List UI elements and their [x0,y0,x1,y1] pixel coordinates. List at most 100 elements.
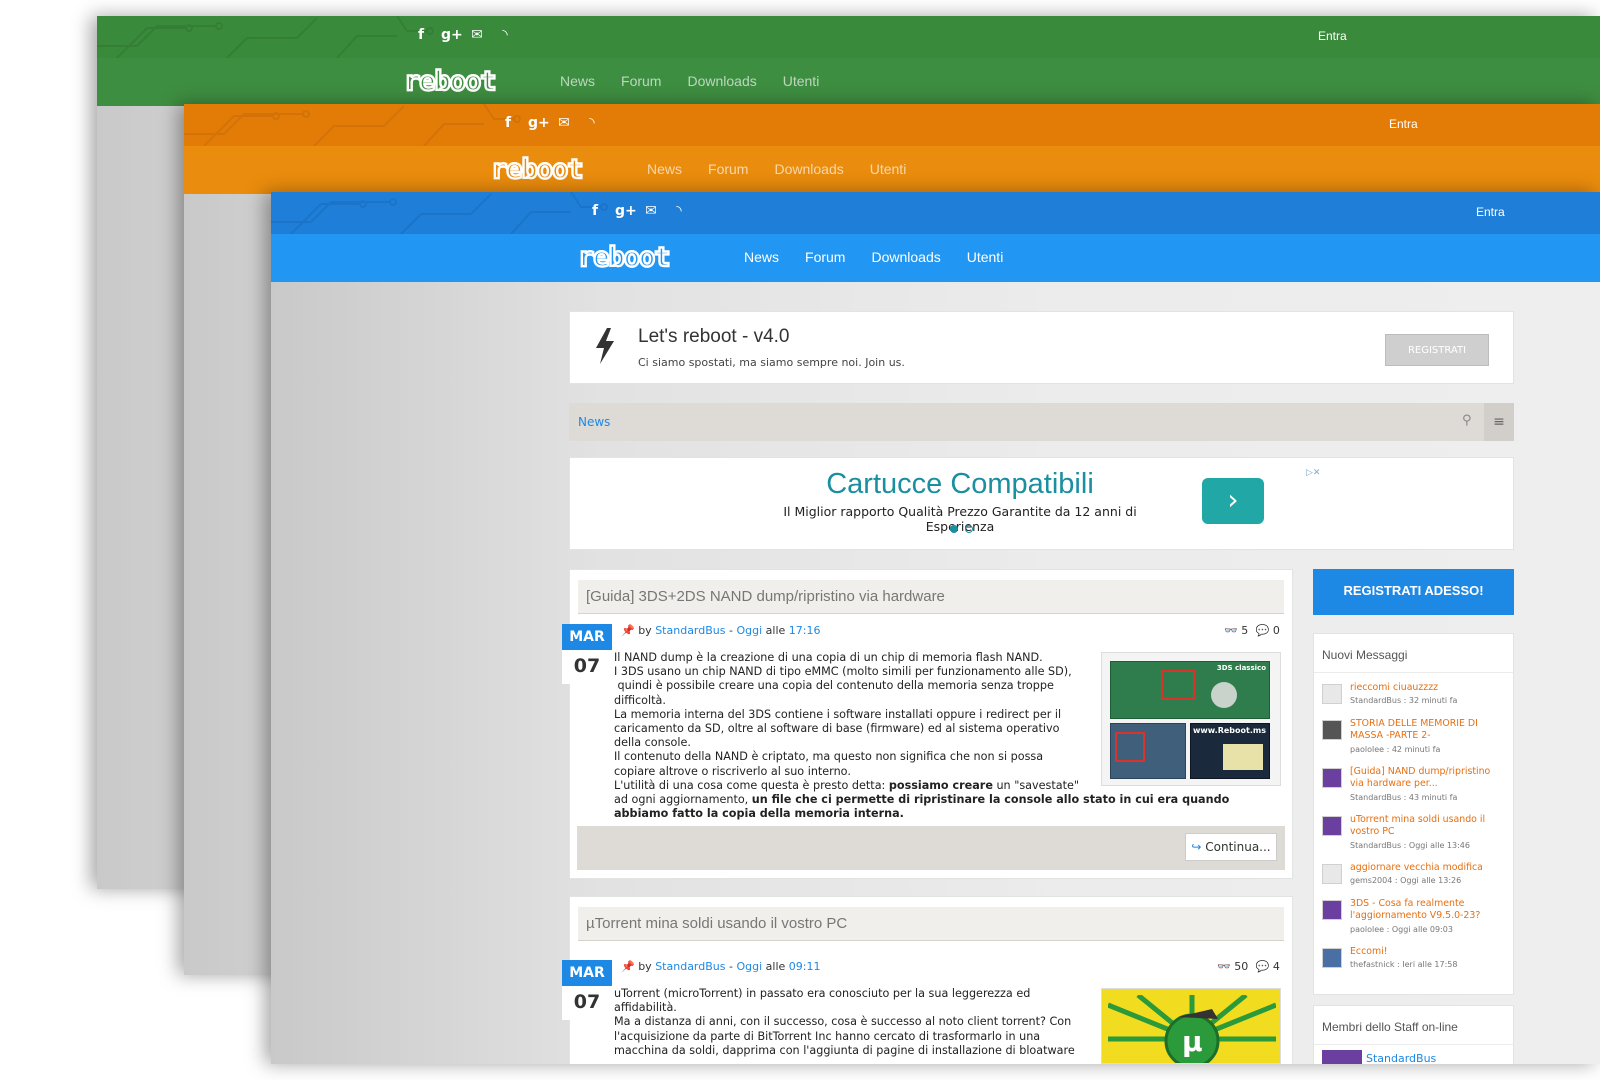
nav-bar: reboot News Forum Downloads Utenti [97,58,1600,106]
time-link[interactable]: 17:16 [789,624,821,637]
reboot-logo[interactable]: reboot [404,66,552,96]
google-plus-icon[interactable]: g+ [615,203,637,219]
facebook-icon[interactable]: f [413,27,429,43]
social-links: f g+ ✉ ◝ [413,27,513,43]
nav-news[interactable]: News [560,73,595,89]
google-plus-icon[interactable]: g+ [441,27,463,43]
views-count: 5 [1241,624,1249,637]
post-meta: 📌 by StandardBus - Oggi alle 09:11 [621,960,821,973]
svg-text:µ: µ [1182,1025,1203,1058]
reboot-logo[interactable]: reboot [578,242,726,272]
top-bar: f g+ ✉ ◝ Entra [271,192,1600,234]
date-day: 07 [562,986,612,1020]
register-now-button[interactable]: REGISTRATI ADESSO! [1313,569,1514,615]
message-title[interactable]: 3DS - Cosa fa realmente l'aggiornamento … [1350,898,1502,922]
message-item[interactable]: [Guida] NAND dump/ripristino via hardwar… [1322,766,1502,806]
views-count: 50 [1234,960,1249,973]
time-link[interactable]: 09:11 [789,960,821,973]
google-plus-icon[interactable]: g+ [528,115,550,131]
ad-choices-icon[interactable]: ▷✕ [1306,468,1320,478]
message-meta: paololee : 42 minuti fa [1350,745,1441,754]
author-link[interactable]: StandardBus [655,624,725,637]
lightning-icon [596,328,614,364]
nav-downloads[interactable]: Downloads [774,161,843,177]
message-title[interactable]: STORIA DELLE MEMORIE DI MASSA -PARTE 2- [1350,718,1502,742]
register-button[interactable]: REGISTRATI [1385,334,1489,366]
login-link[interactable]: Entra [1476,205,1505,219]
social-links: f g+ ✉ ◝ [500,115,600,131]
login-link[interactable]: Entra [1318,29,1347,43]
nav-utenti[interactable]: Utenti [967,249,1004,265]
date-month: MAR [562,624,612,650]
svg-text:reboot: reboot [578,242,670,272]
menu-icon[interactable]: ≡ [1484,403,1514,441]
message-meta: thefastnick : Ieri alle 17:58 [1350,960,1458,969]
welcome-card: Let's reboot - v4.0 Ci siamo spostati, m… [569,311,1514,384]
post-title[interactable]: [Guida] 3DS+2DS NAND dump/ripristino via… [578,580,1284,614]
facebook-icon[interactable]: f [500,115,516,131]
message-item[interactable]: uTorrent mina soldi usando il vostro PC … [1322,814,1502,854]
nav-utenti[interactable]: Utenti [783,73,820,89]
message-title[interactable]: Eccomi! [1350,946,1502,958]
mail-icon[interactable]: ✉ [643,203,659,219]
message-meta: StandardBus : Oggi alle 13:46 [1350,841,1470,850]
avatar [1322,684,1342,704]
message-title[interactable]: uTorrent mina soldi usando il vostro PC [1350,814,1502,838]
author-link[interactable]: StandardBus [655,960,725,973]
breadcrumb: News ⚲ ≡ [569,403,1514,441]
date-link[interactable]: Oggi [736,624,762,637]
staff-online-panel: Membri dello Staff on-line StandardBus [1313,1005,1514,1064]
message-meta: gems2004 : Oggi alle 13:26 [1350,876,1462,885]
nav-forum[interactable]: Forum [805,249,845,265]
ad-banner[interactable]: Cartucce Compatibili Il Miglior rapporto… [569,457,1514,550]
ad-title[interactable]: Cartucce Compatibili [750,468,1170,501]
message-item[interactable]: STORIA DELLE MEMORIE DI MASSA -PARTE 2- … [1322,718,1502,758]
svg-text:reboot: reboot [491,154,583,184]
nav-forum[interactable]: Forum [621,73,661,89]
latest-messages-title: Nuovi Messaggi [1322,648,1408,662]
rss-icon[interactable]: ◝ [497,27,513,43]
reboot-logo[interactable]: reboot [491,154,639,184]
avatar [1322,720,1342,740]
nav-news[interactable]: News [744,249,779,265]
post-title[interactable]: µTorrent mina soldi usando il vostro PC [578,907,1284,941]
ad-arrow-button[interactable]: › [1202,478,1264,524]
post-stats: 👓 5 💬 0 [1224,624,1280,637]
message-title[interactable]: rieccomi ciuauzzzz [1350,682,1502,694]
mail-icon[interactable]: ✉ [469,27,485,43]
continue-button[interactable]: ↪ Continua... [1185,833,1277,861]
facebook-icon[interactable]: f [587,203,603,219]
thumb-pcb-detail [1110,723,1186,779]
message-item[interactable]: aggiornare vecchia modifica gems2004 : O… [1322,862,1502,892]
nav-bar: reboot News Forum Downloads Utenti [271,234,1600,282]
rss-icon[interactable]: ◝ [671,203,687,219]
views-icon: 👓 [1224,624,1238,637]
ad-dot-active[interactable] [950,525,958,533]
login-link[interactable]: Entra [1389,117,1418,131]
nav-news[interactable]: News [647,161,682,177]
top-bar: f g+ ✉ ◝ Entra [184,104,1600,146]
staff-member-link[interactable]: StandardBus [1366,1052,1436,1064]
message-item[interactable]: rieccomi ciuauzzzz StandardBus : 32 minu… [1322,682,1502,712]
message-meta: paololee : Oggi alle 09:03 [1350,925,1453,934]
message-title[interactable]: aggiornare vecchia modifica [1350,862,1502,874]
nav-utenti[interactable]: Utenti [870,161,907,177]
comments-icon: 💬 [1255,624,1270,637]
nav-downloads[interactable]: Downloads [687,73,756,89]
location-pin-icon[interactable]: ⚲ [1462,413,1472,428]
rss-icon[interactable]: ◝ [584,115,600,131]
nav-forum[interactable]: Forum [708,161,748,177]
breadcrumb-news[interactable]: News [578,415,610,429]
message-item[interactable]: 3DS - Cosa fa realmente l'aggiornamento … [1322,898,1502,938]
date-link[interactable]: Oggi [736,960,762,973]
message-title[interactable]: [Guida] NAND dump/ripristino via hardwar… [1350,766,1502,790]
ad-dot[interactable] [965,525,973,533]
post-thumbnail[interactable]: µ [1101,988,1281,1064]
post-thumbnail[interactable]: 3DS classico www.Reboot.ms [1101,652,1281,786]
nav-downloads[interactable]: Downloads [871,249,940,265]
message-item[interactable]: Eccomi! thefastnick : Ieri alle 17:58 [1322,946,1502,976]
post-body: uTorrent (microTorrent) in passato era c… [614,987,1075,1057]
pin-icon: 📌 [621,624,635,637]
latest-messages-panel: Nuovi Messaggi rieccomi ciuauzzzz Standa… [1313,633,1514,995]
mail-icon[interactable]: ✉ [556,115,572,131]
